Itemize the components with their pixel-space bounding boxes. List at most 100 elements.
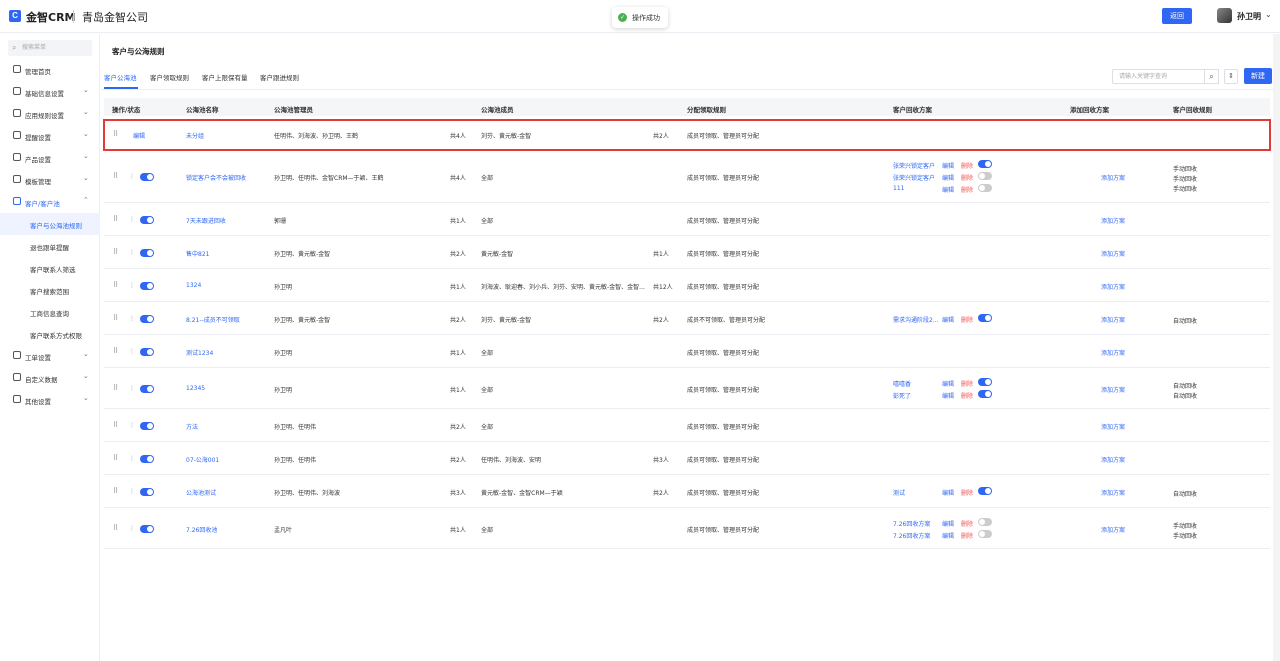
edit-link[interactable]: 编辑 [133,131,145,140]
delete-link[interactable]: 删除 [961,173,973,182]
pool-name[interactable]: 1324 [186,282,201,289]
more-icon[interactable]: ⋮ [129,455,135,462]
pool-name[interactable]: 12345 [186,385,205,392]
recycle-plan-name[interactable]: 嘻嘻香 [893,379,911,388]
user-name[interactable]: 孙卫明 [1237,11,1261,22]
plan-toggle[interactable] [978,530,992,538]
recycle-plan-name[interactable]: 111 [893,185,904,192]
tab-sea-pool[interactable]: 客户公海池 [104,72,137,82]
status-toggle[interactable] [140,315,154,323]
sidebar-item-4[interactable]: 产品设置 ⌄ [0,147,100,169]
add-plan-link[interactable]: 添加方案 [1101,488,1125,497]
pool-name[interactable]: 锁定客户会不会被回收 [186,173,246,182]
scrollbar[interactable] [1273,34,1280,661]
more-icon[interactable]: ⋮ [129,385,135,392]
more-icon[interactable]: ⋮ [129,249,135,256]
status-toggle[interactable] [140,455,154,463]
pool-name[interactable]: 8.21--成员不可领取 [186,315,240,324]
add-plan-link[interactable]: 添加方案 [1101,315,1125,324]
tab-claim-rules[interactable]: 客户领取规则 [150,72,189,82]
menu-search-input[interactable]: ⌕ 搜索菜单 [8,40,92,56]
add-plan-link[interactable]: 添加方案 [1101,249,1125,258]
status-toggle[interactable] [140,422,154,430]
add-plan-link[interactable]: 添加方案 [1101,525,1125,534]
drag-handle-icon[interactable]: ⠿ [113,130,118,138]
edit-link[interactable]: 编辑 [942,185,954,194]
edit-link[interactable]: 编辑 [942,488,954,497]
sidebar-subitem-3[interactable]: 客户搜索范围 [0,279,100,301]
recycle-plan-name[interactable]: 7.26回收方案 [893,531,930,540]
more-icon[interactable]: ⋮ [129,488,135,495]
delete-link[interactable]: 删除 [961,391,973,400]
pool-name[interactable]: 售中821 [186,249,209,258]
recycle-plan-name[interactable]: 需求沟通阶段2... [893,315,939,324]
recycle-plan-name[interactable]: 彭死了 [893,391,911,400]
add-plan-link[interactable]: 添加方案 [1101,173,1125,182]
add-plan-link[interactable]: 添加方案 [1101,422,1125,431]
status-toggle[interactable] [140,282,154,290]
pool-name[interactable]: 07-公海001 [186,455,219,464]
sidebar-item-5[interactable]: 模板管理 ⌄ [0,169,100,191]
more-icon[interactable]: ⋮ [129,525,135,532]
delete-link[interactable]: 删除 [961,315,973,324]
tab-quota[interactable]: 客户上限保有量 [202,72,248,82]
sidebar-subitem-0[interactable]: 客户与公海池规则 [0,213,100,235]
edit-link[interactable]: 编辑 [942,161,954,170]
edit-link[interactable]: 编辑 [942,531,954,540]
drag-handle-icon[interactable]: ⠿ [113,314,118,322]
drag-handle-icon[interactable]: ⠿ [113,347,118,355]
edit-link[interactable]: 编辑 [942,173,954,182]
keyword-search-input[interactable]: 请输入关键字查询 [1112,69,1219,84]
search-icon[interactable]: ⌕ [1204,69,1219,84]
pool-name[interactable]: 方法 [186,422,198,431]
delete-link[interactable]: 删除 [961,379,973,388]
drag-handle-icon[interactable]: ⠿ [113,421,118,429]
drag-handle-icon[interactable]: ⠿ [113,281,118,289]
pool-name[interactable]: 7天未跟进回收 [186,216,226,225]
pool-name[interactable]: 公海池测试 [186,488,216,497]
status-toggle[interactable] [140,173,154,181]
plan-toggle[interactable] [978,184,992,192]
more-icon[interactable]: ⋮ [129,422,135,429]
delete-link[interactable]: 删除 [961,161,973,170]
recycle-plan-name[interactable]: 张荣兴锁定客户 [893,161,935,170]
status-toggle[interactable] [140,525,154,533]
chevron-down-icon[interactable]: ⌄ [1265,10,1272,19]
avatar[interactable] [1217,8,1232,23]
recycle-plan-name[interactable]: 7.26回收方案 [893,519,930,528]
edit-link[interactable]: 编辑 [942,379,954,388]
recycle-plan-name[interactable]: 测试 [893,488,905,497]
sidebar-item-3[interactable]: 提醒设置 ⌄ [0,125,100,147]
pool-name[interactable]: 测试1234 [186,348,213,357]
sidebar-subitem-4[interactable]: 工商信息查询 [0,301,100,323]
recycle-plan-name[interactable]: 张荣兴锁定客户 [893,173,935,182]
edit-link[interactable]: 编辑 [942,519,954,528]
plan-toggle[interactable] [978,518,992,526]
drag-handle-icon[interactable]: ⠿ [113,172,118,180]
add-plan-link[interactable]: 添加方案 [1101,455,1125,464]
pool-name[interactable]: 未分组 [186,131,204,140]
sidebar-item-2[interactable]: 应用规则设置 ⌄ [0,103,100,125]
new-button[interactable]: 新建 [1244,68,1272,84]
delete-link[interactable]: 删除 [961,531,973,540]
status-toggle[interactable] [140,488,154,496]
sidebar-item-0[interactable]: 管理首页 [0,59,100,81]
status-toggle[interactable] [140,249,154,257]
more-icon[interactable]: ⋮ [129,173,135,180]
sidebar-item-b1[interactable]: 自定义数据 ⌄ [0,367,100,389]
add-plan-link[interactable]: 添加方案 [1101,385,1125,394]
edit-link[interactable]: 编辑 [942,391,954,400]
drag-handle-icon[interactable]: ⠿ [113,454,118,462]
more-icon[interactable]: ⋮ [129,315,135,322]
add-plan-link[interactable]: 添加方案 [1101,282,1125,291]
add-plan-link[interactable]: 添加方案 [1101,216,1125,225]
add-plan-link[interactable]: 添加方案 [1101,348,1125,357]
sidebar-subitem-1[interactable]: 退也跟单提醒 [0,235,100,257]
plan-toggle[interactable] [978,487,992,495]
sidebar-item-1[interactable]: 基础信息设置 ⌄ [0,81,100,103]
plan-toggle[interactable] [978,378,992,386]
more-icon[interactable]: ⋮ [129,348,135,355]
more-icon[interactable]: ⋮ [129,282,135,289]
sort-icon[interactable]: ⇕ [1224,69,1238,84]
sidebar-subitem-2[interactable]: 客户联系人筛选 [0,257,100,279]
